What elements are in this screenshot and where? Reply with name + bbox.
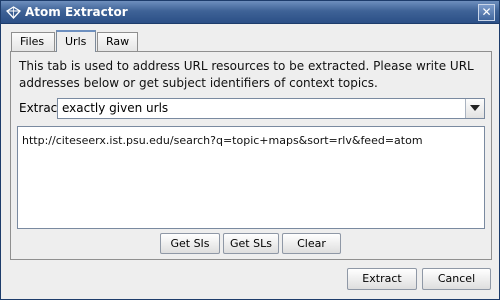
extract-mode-select[interactable]: exactly given urls bbox=[57, 98, 485, 119]
window-title: Atom Extractor bbox=[25, 5, 128, 19]
extract-mode-value: exactly given urls bbox=[62, 101, 169, 115]
title-bar[interactable]: Atom Extractor ✕ bbox=[1, 1, 499, 24]
close-icon: ✕ bbox=[481, 5, 492, 19]
get-sls-button[interactable]: Get SLs bbox=[223, 233, 279, 254]
dropdown-arrow-button[interactable] bbox=[465, 99, 484, 118]
tab-raw[interactable]: Raw bbox=[97, 32, 138, 51]
clear-button[interactable]: Clear bbox=[282, 233, 341, 254]
tab-files[interactable]: Files bbox=[11, 32, 55, 51]
close-button[interactable]: ✕ bbox=[478, 4, 495, 21]
app-diamond-icon bbox=[5, 6, 22, 19]
get-sis-button[interactable]: Get SIs bbox=[160, 233, 220, 254]
chevron-down-icon bbox=[470, 105, 480, 111]
tab-description: This tab is used to address URL resource… bbox=[19, 59, 474, 90]
atom-extractor-dialog: Atom Extractor ✕ Files Urls Raw This tab… bbox=[0, 0, 500, 300]
url-textarea[interactable]: http://citeseerx.ist.psu.edu/search?q=to… bbox=[17, 126, 485, 229]
extract-label: Extract bbox=[19, 101, 62, 115]
cancel-button[interactable]: Cancel bbox=[422, 268, 491, 290]
extract-button[interactable]: Extract bbox=[347, 268, 417, 290]
tab-urls[interactable]: Urls bbox=[56, 30, 96, 52]
